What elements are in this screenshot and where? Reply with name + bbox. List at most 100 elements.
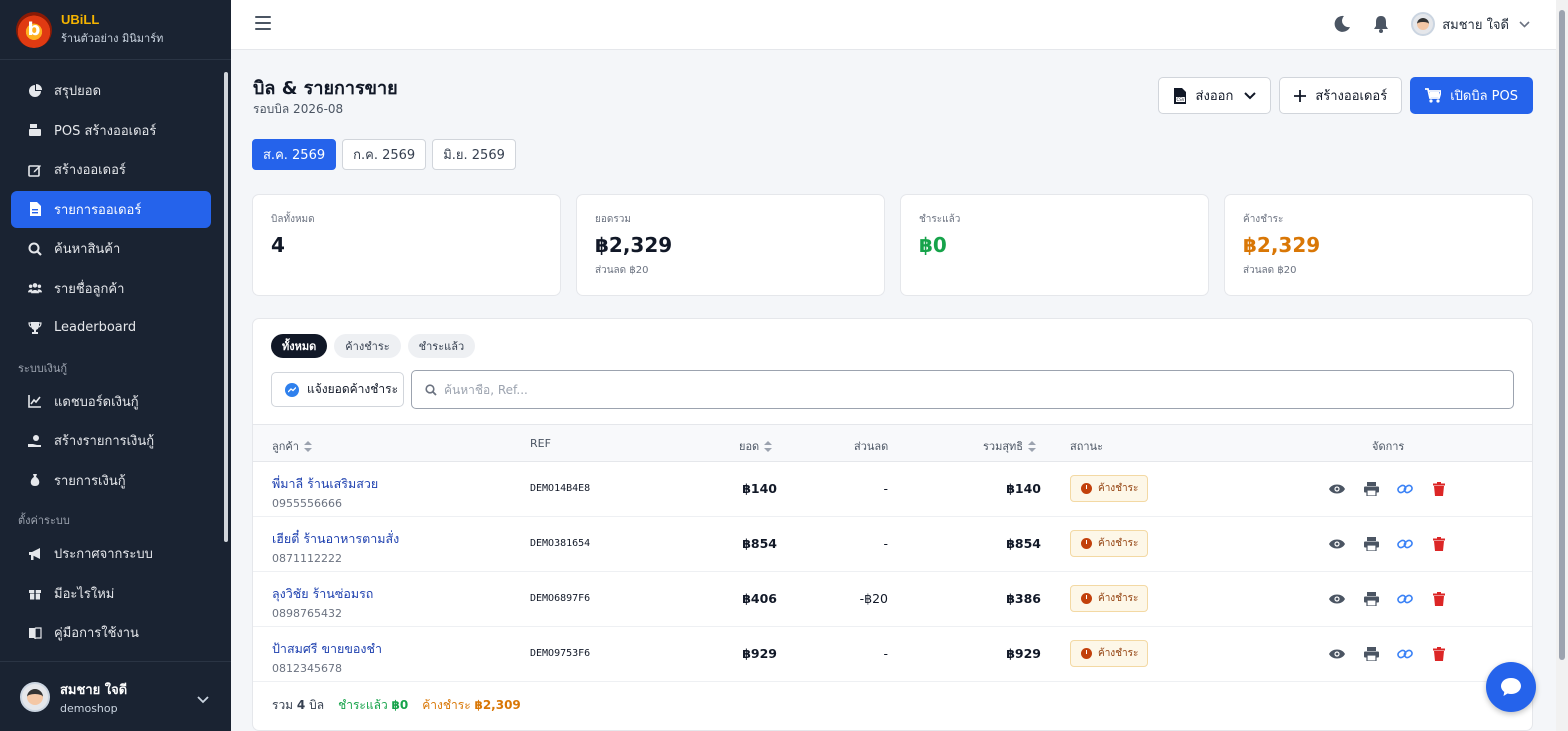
th-net-label: รวมสุทธิ <box>983 440 1024 453</box>
trash-icon[interactable] <box>1430 590 1448 608</box>
brand[interactable]: b UBiLL ร้านตัวอย่าง มินิมาร์ท <box>0 0 231 60</box>
order-discount: - <box>883 536 888 551</box>
link-icon[interactable] <box>1396 590 1414 608</box>
link-icon[interactable] <box>1396 535 1414 553</box>
menu-toggle-icon[interactable] <box>255 16 271 30</box>
order-ref: DEMO14B4E8 <box>530 483 591 494</box>
orders-card: ทั้งหมด ค้างชำระ ชำระแล้ว แจ้งยอดค้างชำร… <box>252 318 1533 731</box>
th-net[interactable]: รวมสุทธิ <box>983 437 1037 455</box>
sidebar-item-order-list[interactable]: รายการออเดอร์ <box>11 190 211 228</box>
footer-paid-value: ฿0 <box>391 698 409 712</box>
period-tab-jun-2569[interactable]: มิ.ย. 2569 <box>432 139 516 170</box>
customer-name-link[interactable]: ลุงวิชัย ร้านซ่อมรถ <box>272 584 373 604</box>
notify-unpaid-button[interactable]: แจ้งยอดค้างชำระ <box>271 372 404 407</box>
sidebar-item-summary[interactable]: สรุปยอด <box>11 72 211 109</box>
filter-unpaid[interactable]: ค้างชำระ <box>334 334 401 358</box>
trash-icon[interactable] <box>1430 535 1448 553</box>
clock-icon <box>1081 648 1092 659</box>
sidebar-item-pos[interactable]: POS สร้างออเดอร์ <box>11 112 211 149</box>
sidebar-item-label: รายการเงินกู้ <box>54 473 126 489</box>
print-icon[interactable] <box>1362 645 1380 663</box>
sidebar: b UBiLL ร้านตัวอย่าง มินิมาร์ท สรุปยอด P… <box>0 0 231 731</box>
sidebar-item-loan-list[interactable]: รายการเงินกู้ <box>11 462 211 499</box>
open-pos-button[interactable]: เปิดบิล POS <box>1410 77 1533 114</box>
trash-icon[interactable] <box>1430 645 1448 663</box>
chat-button[interactable] <box>1486 662 1536 712</box>
link-icon[interactable] <box>1396 480 1414 498</box>
print-icon[interactable] <box>1362 480 1380 498</box>
sidebar-scrollbar-thumb[interactable] <box>224 72 228 542</box>
sidebar-item-label: รายชื่อลูกค้า <box>54 281 125 297</box>
print-icon[interactable] <box>1362 535 1380 553</box>
th-actions: จัดการ <box>1372 437 1404 455</box>
print-icon[interactable] <box>1362 590 1380 608</box>
th-amount[interactable]: ยอด <box>739 437 773 455</box>
footer-paid: ชำระแล้ว ฿0 <box>338 696 408 715</box>
edit-icon <box>28 163 42 177</box>
customer-name-link[interactable]: พี่มาลี ร้านเสริมสวย <box>272 474 378 494</box>
page-scrollbar-thumb[interactable] <box>1559 10 1565 660</box>
sidebar-scrollbar[interactable] <box>223 62 229 662</box>
page-scrollbar[interactable] <box>1556 0 1568 731</box>
search-input[interactable] <box>444 382 1444 397</box>
order-amount: ฿406 <box>742 591 777 606</box>
table-row: พี่มาลี ร้านเสริมสวย 0955556666 DEMO14B4… <box>253 462 1532 517</box>
chevron-down-icon[interactable] <box>197 689 209 708</box>
sidebar-item-loan-dashboard[interactable]: แดชบอร์ดเงินกู้ <box>11 383 211 420</box>
status-label: ค้างชำระ <box>1098 538 1139 549</box>
status-badge: ค้างชำระ <box>1070 585 1149 612</box>
create-order-button[interactable]: สร้างออเดอร์ <box>1279 77 1403 114</box>
top-user-menu[interactable]: สมชาย ใจดี <box>1411 12 1530 36</box>
customer-name-link[interactable]: ป้าสมศรี ขายของชำ <box>272 639 382 659</box>
ubill-logo-icon: b <box>16 11 52 48</box>
sidebar-item-leaderboard[interactable]: Leaderboard <box>11 309 211 346</box>
sidebar-section-loan: ระบบเงินกู้ <box>18 361 68 375</box>
order-amount: ฿929 <box>742 646 777 661</box>
sidebar-item-search-product[interactable]: ค้นหาสินค้า <box>11 230 211 267</box>
sidebar-user-username: demoshop <box>60 701 118 715</box>
sidebar-item-create-loan[interactable]: สร้างรายการเงินกู้ <box>11 422 211 459</box>
sort-icon <box>1028 440 1037 452</box>
sidebar-item-label: คู่มือการใช้งาน <box>54 626 139 641</box>
dark-mode-moon-icon[interactable] <box>1333 15 1351 33</box>
chart-line-icon <box>28 394 42 408</box>
th-discount-label: ส่วนลด <box>854 440 889 453</box>
period-tab-aug-2569[interactable]: ส.ค. 2569 <box>252 139 337 170</box>
sidebar-item-manual[interactable]: คู่มือการใช้งาน <box>11 614 211 651</box>
export-label: ส่งออก <box>1195 89 1234 104</box>
order-net: ฿140 <box>1006 481 1041 496</box>
book-icon <box>28 626 42 640</box>
customer-phone: 0812345678 <box>272 662 342 675</box>
link-icon[interactable] <box>1396 645 1414 663</box>
status-badge: ค้างชำระ <box>1070 475 1149 502</box>
view-eye-icon[interactable] <box>1328 535 1346 553</box>
trash-icon[interactable] <box>1430 480 1448 498</box>
sidebar-item-whats-new[interactable]: มีอะไรใหม่ <box>11 575 211 612</box>
sidebar-item-label: ประกาศจากระบบ <box>54 547 153 562</box>
customer-phone: 0955556666 <box>272 497 342 510</box>
sidebar-item-customers[interactable]: รายชื่อลูกค้า <box>11 270 211 307</box>
view-eye-icon[interactable] <box>1328 480 1346 498</box>
stat-label: ยอดรวม <box>595 214 631 225</box>
sidebar-user-menu[interactable]: สมชาย ใจดี demoshop <box>0 661 231 731</box>
export-button[interactable]: CSV ส่งออก <box>1157 77 1272 114</box>
pie-chart-icon <box>28 83 42 98</box>
page-subtitle: รอบบิล 2026-08 <box>253 102 344 116</box>
th-customer[interactable]: ลูกค้า <box>272 437 312 455</box>
order-discount: - <box>883 646 888 661</box>
search-box[interactable] <box>411 370 1514 409</box>
chevron-down-icon <box>1519 20 1530 28</box>
filter-paid[interactable]: ชำระแล้ว <box>407 334 476 358</box>
filter-all[interactable]: ทั้งหมด <box>271 334 328 358</box>
period-tab-jul-2569[interactable]: ก.ค. 2569 <box>342 139 427 170</box>
customer-name-link[interactable]: เฮียตี๋ ร้านอาหารตามสั่ง <box>272 529 399 549</box>
status-badge: ค้างชำระ <box>1070 530 1149 557</box>
bell-icon[interactable] <box>1373 15 1389 33</box>
footer-total-count: 4 <box>296 698 306 712</box>
th-status-label: สถานะ <box>1070 440 1103 453</box>
footer-unpaid: ค้างชำระ ฿2,309 <box>422 696 521 715</box>
view-eye-icon[interactable] <box>1328 645 1346 663</box>
sidebar-item-create-order[interactable]: สร้างออเดอร์ <box>11 151 211 188</box>
sidebar-item-announcements[interactable]: ประกาศจากระบบ <box>11 535 211 572</box>
view-eye-icon[interactable] <box>1328 590 1346 608</box>
